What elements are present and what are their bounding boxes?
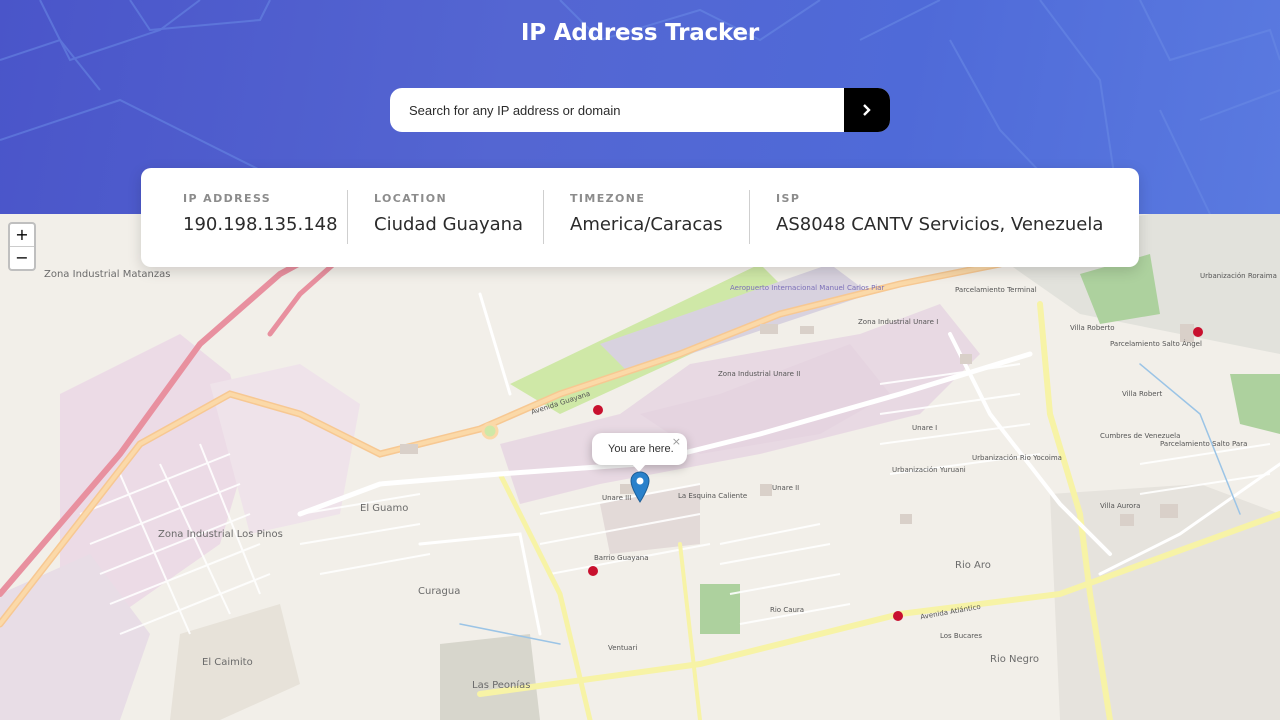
map-label: Los Bucares (940, 632, 982, 640)
map-label: Aeropuerto Internacional Manuel Carlos P… (730, 284, 885, 292)
ip-info-card: IP Address 190.198.135.148 Location Ciud… (141, 168, 1139, 267)
map-label: Unare III (602, 494, 632, 502)
isp-field: ISP AS8048 CANTV Servicios, Venezuela (776, 192, 1103, 235)
divider (347, 190, 348, 244)
map-label: Parcelamiento Salto Ángel (1110, 340, 1202, 348)
map-label: Ventuari (608, 644, 638, 652)
chevron-right-icon (863, 104, 871, 116)
map-label: La Esquina Caliente (678, 492, 748, 500)
popup-close-button[interactable]: × (672, 435, 681, 448)
location-field: Location Ciudad Guayana (374, 192, 523, 235)
map-label: Zona Industrial Los Pinos (158, 529, 283, 540)
map-label: Cumbres de Venezuela (1100, 432, 1181, 440)
map-label: Unare II (772, 484, 800, 492)
map-label: Villa Roberto (1070, 324, 1115, 332)
ip-address-label: IP Address (183, 192, 272, 205)
isp-value: AS8048 CANTV Servicios, Venezuela (776, 214, 1104, 235)
map-label: El Guamo (360, 503, 409, 514)
timezone-field: Timezone America/Caracas (570, 192, 723, 235)
map-label: Urbanización Yuruani (892, 466, 966, 474)
popup-text: You are here. (608, 443, 674, 455)
isp-label: ISP (776, 192, 801, 205)
location-popup: You are here. × (592, 433, 687, 472)
ip-address-field: IP Address 190.198.135.148 (183, 192, 338, 235)
map-label: Zona Industrial Unare I (858, 318, 939, 326)
search-input[interactable] (390, 88, 844, 132)
zoom-in-button[interactable]: + (10, 224, 34, 246)
map-label: El Caimito (202, 657, 253, 668)
search-bar (390, 88, 890, 132)
map-label: Villa Robert (1122, 390, 1163, 398)
page-title: IP Address Tracker (520, 20, 760, 46)
map-label: Parcelamiento Salto Para (1160, 440, 1248, 448)
location-marker-icon[interactable] (630, 471, 650, 503)
map-label: Rio Negro (990, 654, 1040, 665)
divider (749, 190, 750, 244)
zoom-controls: + − (8, 222, 36, 271)
map-label: Parcelamiento Terminal (955, 286, 1037, 294)
ip-address-value: 190.198.135.148 (183, 214, 338, 235)
divider (543, 190, 544, 244)
map-label: Zona Industrial Unare II (718, 370, 801, 378)
location-value: Ciudad Guayana (374, 214, 524, 235)
map-label: Rio Aro (955, 560, 991, 571)
map-label: Rio Caura (770, 606, 805, 614)
search-submit-button[interactable] (844, 88, 890, 132)
map-label: Zona Industrial Matanzas (44, 269, 171, 280)
zoom-out-button[interactable]: − (10, 246, 34, 269)
map-label: Villa Aurora (1100, 502, 1141, 510)
map-label: Urbanización Roraima (1200, 272, 1277, 280)
map-label: Las Peonías (472, 680, 531, 691)
map-label: Barrio Guayana (594, 554, 649, 562)
location-label: Location (374, 192, 448, 205)
timezone-value: America/Caracas (570, 214, 723, 235)
map-label: Unare I (912, 424, 938, 432)
map-label: Urbanización Rio Yocoima (972, 454, 1062, 462)
timezone-label: Timezone (570, 192, 646, 205)
map-label: Curagua (418, 586, 461, 597)
